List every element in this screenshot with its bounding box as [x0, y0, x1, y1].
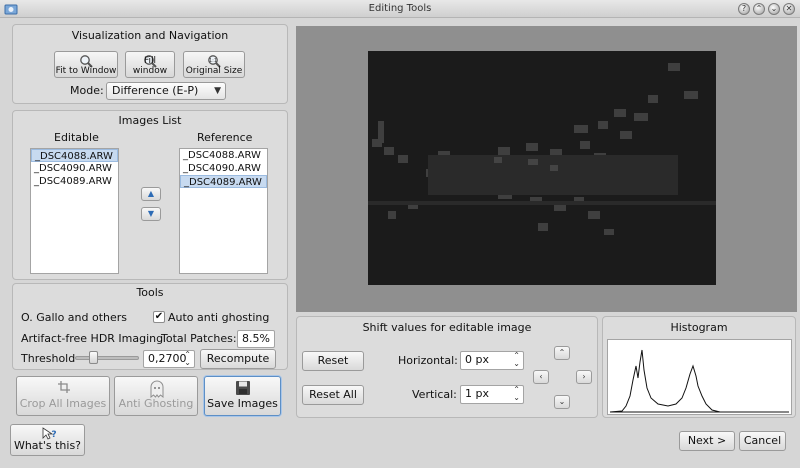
- threshold-spinbox[interactable]: 0,2700 ⌃ ⌄: [143, 350, 195, 368]
- total-patches-label: Total Patches:: [161, 332, 237, 345]
- threshold-value: 0,2700: [148, 352, 187, 365]
- histogram-title: Histogram: [670, 321, 728, 334]
- vertical-value: 1 px: [465, 387, 489, 400]
- next-button[interactable]: Next >: [679, 431, 735, 451]
- threshold-label: Threshold: [21, 352, 76, 365]
- tools-panel: Tools O. Gallo and others ✔ Auto anti gh…: [12, 283, 288, 370]
- histogram-plot: [607, 339, 792, 415]
- spin-arrows-icon: ⌃ ⌄: [513, 351, 520, 368]
- list-item[interactable]: _DSC4090.ARW: [31, 162, 118, 175]
- spin-arrows-icon: ⌃ ⌄: [513, 385, 520, 402]
- tools-title: Tools: [136, 286, 164, 299]
- minimize-button[interactable]: ⌃: [753, 3, 765, 15]
- crop-icon: [58, 381, 70, 393]
- total-patches-field[interactable]: 8.5%: [237, 330, 275, 348]
- difference-image: [368, 51, 716, 285]
- fill-window-button[interactable]: Fill window: [125, 51, 175, 78]
- reset-all-button[interactable]: Reset All: [302, 385, 364, 405]
- visualization-panel: Visualization and Navigation Fit to Wind…: [12, 24, 288, 104]
- reset-button[interactable]: Reset: [302, 351, 364, 371]
- original-size-button[interactable]: 1:1 Original Size: [183, 51, 245, 78]
- chevron-up-icon: ⌃: [558, 348, 566, 357]
- crop-all-images-label: Crop All Images: [19, 397, 107, 410]
- original-size-label: Original Size: [185, 66, 243, 76]
- arrow-down-icon: ▼: [147, 209, 155, 218]
- images-list-title: Images List: [118, 114, 182, 127]
- checkmark-icon: ✔: [154, 311, 164, 322]
- horizontal-label: Horizontal:: [398, 354, 458, 367]
- auto-anti-ghosting-checkbox[interactable]: ✔: [153, 311, 165, 323]
- threshold-slider[interactable]: [75, 356, 139, 360]
- editable-label: Editable: [54, 131, 99, 144]
- save-icon: [236, 381, 250, 395]
- anti-ghosting-label: Anti Ghosting: [118, 397, 194, 410]
- whats-this-label: What's this?: [13, 439, 82, 452]
- fit-to-window-label: Fit to Window: [55, 66, 117, 76]
- vertical-label: Vertical:: [412, 388, 457, 401]
- close-button[interactable]: ✕: [783, 3, 795, 15]
- chevron-left-icon: ‹: [539, 372, 543, 381]
- horizontal-spinbox[interactable]: 0 px ⌃ ⌄: [460, 351, 524, 370]
- vertical-spinbox[interactable]: 1 px ⌃ ⌄: [460, 385, 524, 404]
- list-item[interactable]: _DSC4089.ARW: [180, 175, 267, 188]
- images-list-panel: Images List Editable Reference _DSC4088.…: [12, 110, 288, 280]
- chevron-down-icon: ▼: [214, 86, 221, 96]
- shift-down-button[interactable]: ⌄: [554, 395, 570, 409]
- author-text: O. Gallo and others: [21, 311, 128, 324]
- arrow-up-icon: ▲: [147, 189, 155, 198]
- save-images-label: Save Images: [207, 397, 278, 410]
- auto-anti-ghosting-label: Auto anti ghosting: [168, 311, 270, 324]
- reference-list[interactable]: _DSC4088.ARW _DSC4090.ARW _DSC4089.ARW: [179, 148, 268, 274]
- list-item[interactable]: _DSC4090.ARW: [180, 162, 267, 175]
- whats-this-button[interactable]: ? What's this?: [10, 424, 85, 456]
- list-item[interactable]: _DSC4088.ARW: [31, 149, 118, 162]
- shift-right-button[interactable]: ›: [576, 370, 592, 384]
- ghost-icon: [150, 380, 164, 398]
- spin-arrows-icon: ⌃ ⌄: [184, 350, 191, 367]
- recompute-button[interactable]: Recompute: [200, 349, 276, 369]
- anti-ghosting-button[interactable]: Anti Ghosting: [114, 376, 198, 416]
- svg-text:1:1: 1:1: [209, 58, 217, 64]
- window-title: Editing Tools: [368, 3, 432, 14]
- histogram-curve: [609, 349, 789, 413]
- shift-title: Shift values for editable image: [362, 321, 532, 334]
- crop-all-images-button[interactable]: Crop All Images: [16, 376, 110, 416]
- shift-up-button[interactable]: ⌃: [554, 346, 570, 360]
- horizontal-value: 0 px: [465, 353, 489, 366]
- save-images-button[interactable]: Save Images: [204, 376, 281, 416]
- difference-image-canvas: [368, 63, 716, 235]
- mode-value: Difference (E-P): [112, 84, 199, 97]
- fill-window-label: Fill window: [132, 56, 168, 76]
- cancel-button[interactable]: Cancel: [739, 431, 786, 451]
- mode-select[interactable]: Difference (E-P) ▼: [106, 82, 226, 100]
- maximize-button[interactable]: ⌄: [768, 3, 780, 15]
- move-up-button[interactable]: ▲: [141, 187, 161, 201]
- reference-label: Reference: [197, 131, 253, 144]
- threshold-slider-handle[interactable]: [88, 351, 98, 364]
- help-window-button[interactable]: ?: [738, 3, 750, 15]
- algorithm-text: Artifact-free HDR Imaging: [21, 332, 164, 345]
- editable-list[interactable]: _DSC4088.ARW _DSC4090.ARW _DSC4089.ARW: [30, 148, 119, 274]
- image-preview[interactable]: [296, 26, 797, 312]
- visualization-title: Visualization and Navigation: [71, 29, 229, 42]
- list-item[interactable]: _DSC4088.ARW: [180, 149, 267, 162]
- chevron-down-icon: ⌄: [558, 397, 566, 406]
- shift-left-button[interactable]: ‹: [533, 370, 549, 384]
- list-item[interactable]: _DSC4089.ARW: [31, 175, 118, 188]
- shift-panel: Shift values for editable image Reset Re…: [296, 316, 598, 418]
- mode-label: Mode:: [70, 84, 104, 97]
- move-down-button[interactable]: ▼: [141, 207, 161, 221]
- histogram-panel: Histogram: [602, 316, 796, 418]
- chevron-right-icon: ›: [582, 372, 586, 381]
- title-bar: Editing Tools ? ⌃ ⌄ ✕: [0, 0, 800, 18]
- fit-to-window-button[interactable]: Fit to Window: [54, 51, 118, 78]
